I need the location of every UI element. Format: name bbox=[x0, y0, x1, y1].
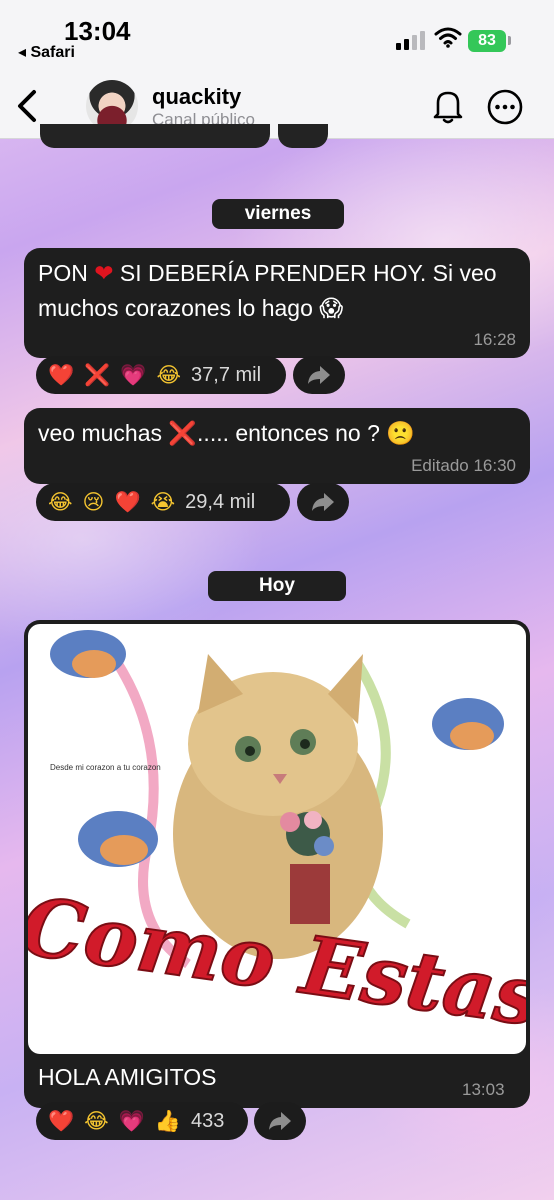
message-text-1: PON ❤ SI DEBERÍA PRENDER HOY. Si veo muc… bbox=[24, 248, 530, 326]
reaction-thumbs-up-icon[interactable]: 👍 bbox=[155, 1109, 181, 1134]
reaction-sob-icon[interactable]: 😭 bbox=[151, 490, 176, 514]
bell-icon[interactable] bbox=[428, 86, 468, 126]
share-button-1[interactable] bbox=[293, 356, 345, 394]
share-button-3[interactable] bbox=[254, 1102, 306, 1140]
reaction-count-2: 29,4 mil bbox=[185, 490, 256, 513]
reaction-count-3: 433 bbox=[191, 1109, 225, 1132]
reactions-pill-1[interactable]: ❤️ ❌ 💗 😂 37,7 mil bbox=[36, 356, 286, 394]
battery-level: 83 bbox=[478, 32, 496, 49]
scream-emoji-icon: 😱 bbox=[319, 296, 344, 322]
top-bar: 13:04 ◂ Safari 83 quackity Canal público bbox=[0, 0, 554, 139]
date-separator-hoy: Hoy bbox=[208, 571, 346, 601]
reaction-pink-heart-icon[interactable]: 💗 bbox=[120, 363, 146, 388]
image-small-text: Desde mi corazon a tu corazon bbox=[50, 763, 161, 772]
reactions-pill-2[interactable]: 😂 😢 ❤️ 😭 29,4 mil bbox=[36, 483, 290, 521]
kitten-greeting-image: Desde mi corazon a tu corazon Como Estas bbox=[28, 630, 526, 1045]
reaction-pink-heart-icon[interactable]: 💗 bbox=[119, 1109, 145, 1134]
frown-emoji-icon: 🙁 bbox=[386, 421, 415, 447]
message-1-text-a: PON bbox=[38, 260, 95, 286]
battery-tip bbox=[508, 36, 511, 45]
message-3-time: 13:03 bbox=[462, 1080, 505, 1099]
wifi-icon bbox=[434, 27, 462, 48]
reaction-heart-icon[interactable]: ❤️ bbox=[114, 490, 140, 515]
reactions-pill-3[interactable]: ❤️ 😂 💗 👍 433 bbox=[36, 1102, 248, 1140]
message-1-time: 16:28 bbox=[473, 330, 516, 349]
reaction-count-1: 37,7 mil bbox=[191, 363, 262, 386]
reaction-heart-icon[interactable]: ❤️ bbox=[48, 1109, 74, 1134]
share-arrow-icon bbox=[312, 493, 334, 511]
message-photo[interactable]: Desde mi corazon a tu corazon Como Estas bbox=[28, 624, 526, 1054]
red-cross-icon: ❌ bbox=[168, 421, 198, 447]
previous-share-button[interactable] bbox=[278, 124, 328, 148]
message-text-2: veo muchas ❌..... entonces no ? 🙁 bbox=[24, 408, 530, 451]
previous-reactions-pill[interactable] bbox=[40, 124, 270, 148]
reaction-cry-icon[interactable]: 😢 bbox=[83, 490, 105, 514]
reaction-laugh-icon[interactable]: 😂 bbox=[156, 363, 181, 387]
message-bubble-2[interactable]: veo muchas ❌..... entonces no ? 🙁 Editad… bbox=[24, 408, 530, 484]
back-chevron-icon[interactable] bbox=[10, 86, 46, 126]
more-options-icon[interactable] bbox=[486, 88, 524, 126]
message-3-caption: HOLA AMIGITOS bbox=[38, 1064, 217, 1090]
reaction-laugh-icon[interactable]: 😂 bbox=[48, 490, 73, 514]
red-heart-icon: ❤ bbox=[94, 261, 114, 287]
cellular-signal-icon bbox=[396, 30, 425, 50]
share-arrow-icon bbox=[269, 1112, 291, 1130]
battery-indicator: 83 bbox=[468, 30, 506, 52]
message-2-text-b: ..... entonces no ? bbox=[197, 420, 387, 446]
message-bubble-1[interactable]: PON ❤ SI DEBERÍA PRENDER HOY. Si veo muc… bbox=[24, 248, 530, 358]
reaction-cross-icon[interactable]: ❌ bbox=[84, 363, 110, 388]
channel-name[interactable]: quackity bbox=[152, 84, 241, 110]
back-to-safari[interactable]: ◂ Safari bbox=[18, 42, 75, 62]
message-2-text-a: veo muchas bbox=[38, 420, 169, 446]
message-2-time: Editado 16:30 bbox=[411, 456, 516, 475]
reaction-heart-icon[interactable]: ❤️ bbox=[48, 363, 74, 388]
share-button-2[interactable] bbox=[297, 483, 349, 521]
reaction-laugh-icon[interactable]: 😂 bbox=[84, 1109, 109, 1133]
share-arrow-icon bbox=[308, 366, 330, 384]
date-separator-viernes: viernes bbox=[212, 199, 344, 229]
